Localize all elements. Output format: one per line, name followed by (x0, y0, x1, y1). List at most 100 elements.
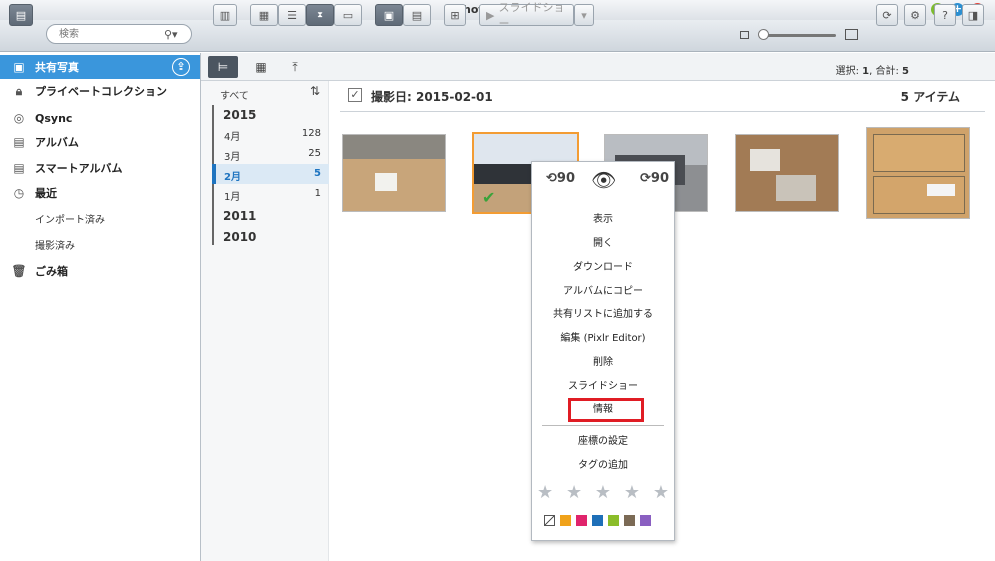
sidebar-item-shared-photos[interactable]: ▣ 共有写真 ⇪ (0, 55, 200, 79)
sidebar: ▣ 共有写真 ⇪ 🔒︎ プライベートコレクション ◎ Qsync ▤ アルバム … (0, 53, 201, 561)
upload-tab[interactable]: ⤒ (280, 56, 310, 78)
qsync-icon: ◎ (13, 111, 25, 125)
color-label-swatch[interactable] (592, 515, 603, 526)
select-label: 選択: (835, 66, 859, 77)
highlight-box (568, 398, 644, 422)
upload-icon[interactable]: ⇪ (172, 58, 190, 76)
timeline-month-selected[interactable]: 2月 5 (212, 164, 329, 184)
menu-item-add-to-share-list[interactable]: 共有リストに追加する (532, 305, 674, 325)
zoom-out-icon[interactable] (740, 31, 749, 39)
menu-item-add-tag[interactable]: タグの追加 (532, 456, 674, 476)
color-label-swatch[interactable] (624, 515, 635, 526)
photo-filter-button[interactable]: ▣ (375, 4, 403, 26)
month-count: 1 (314, 188, 321, 199)
sidebar-item-taken[interactable]: 撮影済み (35, 237, 75, 252)
rating-stars: ★ ★ ★ ★ ★ (537, 482, 669, 504)
refresh-button[interactable]: ⟳ (876, 4, 898, 26)
zoom-slider-handle[interactable] (758, 29, 769, 40)
slideshow-icon: ▶ (486, 8, 495, 22)
timeline-year[interactable]: 2011 (223, 209, 256, 223)
timeline-year[interactable]: 2015 (223, 108, 256, 122)
sidebar-item-label: Qsync (35, 111, 73, 125)
rotate-left-icon[interactable]: ⟲90 (546, 171, 575, 186)
zoom-in-icon[interactable] (845, 29, 858, 40)
sidebar-item-recent[interactable]: ◷ 最近 (0, 181, 200, 205)
trash-icon: 🗑︎ (11, 264, 27, 278)
sidebar-item-label: ごみ箱 (35, 265, 68, 278)
rotate-right-icon[interactable]: ⟳90 (640, 171, 669, 186)
photo-thumbnail[interactable] (342, 134, 446, 212)
menu-item-copy-to-album[interactable]: アルバムにコピー (532, 282, 674, 302)
slideshow-dropdown-button[interactable]: ▾ (574, 4, 594, 26)
photo-thumbnail[interactable] (866, 127, 970, 219)
photo-content (776, 175, 816, 201)
menu-item-delete[interactable]: 削除 (532, 353, 674, 373)
photo-thumbnail[interactable] (735, 134, 839, 212)
settings-button[interactable]: ⚙ (904, 4, 926, 26)
timeline-month[interactable]: 1月 1 (212, 184, 329, 204)
timeline-tab[interactable]: ⊨ (208, 56, 238, 78)
color-label-swatch[interactable] (608, 515, 619, 526)
sidebar-item-label: スマートアルバム (35, 162, 123, 175)
sidebar-toggle-button[interactable]: ▤ (9, 4, 33, 26)
timeline-month[interactable]: 4月 128 (212, 124, 329, 144)
rotate-left-label: 90 (556, 171, 575, 186)
star-icon[interactable]: ★ (653, 482, 669, 504)
sidebar-item-imported[interactable]: インポート済み (35, 211, 105, 226)
checkmark-icon: ✔ (482, 188, 496, 207)
timeline-all[interactable]: すべて (220, 87, 249, 102)
group-select-checkbox[interactable]: ✓ (348, 88, 362, 102)
timeline-view-button[interactable]: ⧗ (306, 4, 334, 26)
photo-content (927, 184, 955, 196)
star-icon[interactable]: ★ (624, 482, 640, 504)
timeline-month[interactable]: 3月 25 (212, 144, 329, 164)
sidebar-item-qsync[interactable]: ◎ Qsync (0, 106, 200, 130)
sidebar-item-trash[interactable]: 🗑︎ ごみ箱 (0, 259, 200, 283)
filmstrip-view-button[interactable]: ▥ (213, 4, 237, 26)
color-label-swatch[interactable] (576, 515, 587, 526)
context-menu: ⟲90 👁︎ ⟳90 表示 開く ダウンロード アルバムにコピー 共有リストに追… (531, 161, 675, 541)
month-label: 4月 (224, 132, 241, 143)
calendar-tab[interactable]: ▦ (246, 56, 276, 78)
help-button[interactable]: ? (934, 4, 956, 26)
menu-item-slideshow[interactable]: スライドショー (532, 377, 674, 397)
menu-item-set-coordinates[interactable]: 座標の設定 (532, 432, 674, 452)
slideshow-button[interactable]: ▶ スライドショー (479, 1, 574, 30)
menu-item-download[interactable]: ダウンロード (532, 258, 674, 278)
photo-content (474, 134, 577, 164)
photo-content (375, 173, 397, 191)
month-label: 2月 (224, 172, 241, 183)
total-label: , 合計: (869, 66, 899, 77)
thumbnail-view-button[interactable]: ▦ (250, 4, 278, 26)
zoom-slider[interactable] (760, 34, 836, 37)
star-icon[interactable]: ★ (595, 482, 611, 504)
view-eye-icon[interactable]: 👁︎ (591, 168, 616, 192)
menu-item-open[interactable]: 開く (532, 234, 674, 254)
lock-icon: 🔒︎ (15, 83, 23, 98)
color-label-swatch[interactable] (640, 515, 651, 526)
star-icon[interactable]: ★ (537, 482, 553, 504)
folder-view-button[interactable]: ▭ (334, 4, 362, 26)
album-icon: ▤ (13, 135, 25, 149)
info-panel-button[interactable]: ◨ (962, 4, 984, 26)
menu-divider (542, 425, 664, 426)
color-label-none[interactable] (544, 515, 555, 526)
sidebar-item-private-collection[interactable]: 🔒︎ プライベートコレクション (0, 79, 200, 103)
star-icon[interactable]: ★ (566, 482, 582, 504)
sort-icon[interactable]: ⇅ (310, 84, 320, 98)
color-label-swatch[interactable] (560, 515, 571, 526)
list-view-button[interactable]: ☰ (278, 4, 306, 26)
multi-select-button[interactable]: ⊞ (444, 4, 466, 26)
timeline-panel: すべて ⇅ 2015 4月 128 3月 25 2月 5 1月 1 2011 2010 (201, 81, 329, 561)
sidebar-item-smart-album[interactable]: ▤ スマートアルバム (0, 156, 200, 180)
menu-item-edit-pixlr[interactable]: 編集 (Pixlr Editor) (532, 329, 674, 349)
photo-content (343, 135, 445, 159)
sidebar-item-album[interactable]: ▤ アルバム (0, 130, 200, 154)
menu-item-view[interactable]: 表示 (532, 210, 674, 230)
sidebar-item-label: アルバム (35, 136, 79, 149)
search-icon[interactable]: ⚲▾ (164, 28, 178, 41)
month-label: 3月 (224, 152, 241, 163)
video-filter-button[interactable]: ▤ (403, 4, 431, 26)
slideshow-label: スライドショー (498, 1, 565, 30)
timeline-year[interactable]: 2010 (223, 230, 256, 244)
